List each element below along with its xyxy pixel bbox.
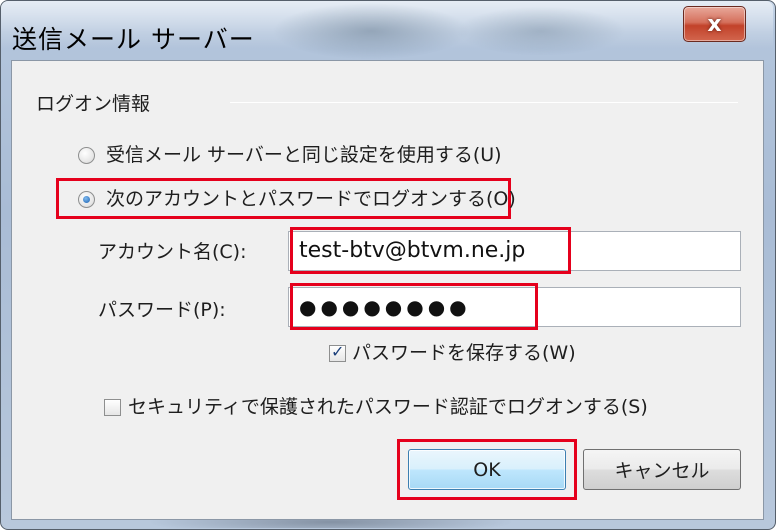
logon-info-group-label: ログオン情報 xyxy=(36,93,151,115)
highlight-password xyxy=(290,283,538,330)
radio-logon-with-account-label[interactable]: 次のアカウントとパスワードでログオンする(O) xyxy=(106,186,516,212)
radio-use-incoming-settings[interactable] xyxy=(78,147,95,164)
highlight-account-name xyxy=(290,227,571,274)
radio-logon-with-account[interactable] xyxy=(78,191,95,208)
window-title: 送信メール サーバー xyxy=(12,25,255,54)
close-button[interactable]: x xyxy=(683,6,746,42)
ok-button[interactable]: OK xyxy=(408,449,566,490)
spa-checkbox[interactable] xyxy=(104,399,121,416)
radio-use-incoming-settings-label[interactable]: 受信メール サーバーと同じ設定を使用する(U) xyxy=(106,142,502,168)
spa-label[interactable]: セキュリティで保護されたパスワード認証でログオンする(S) xyxy=(128,394,648,420)
account-name-label: アカウント名(C): xyxy=(98,241,247,263)
save-password-checkbox[interactable] xyxy=(329,342,346,362)
close-icon: x xyxy=(707,11,722,37)
cancel-button[interactable]: キャンセル xyxy=(583,449,741,490)
group-divider xyxy=(230,102,738,103)
save-password-label[interactable]: パスワードを保存する(W) xyxy=(352,340,576,366)
password-label: パスワード(P): xyxy=(98,299,226,321)
